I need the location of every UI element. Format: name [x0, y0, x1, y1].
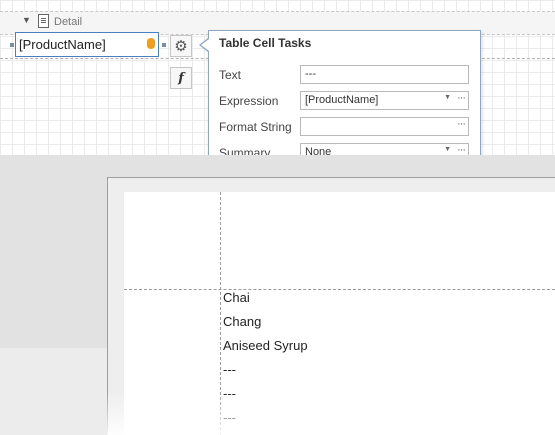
dropdown-arrow-icon[interactable]: ▼ — [444, 146, 451, 153]
table-cell-product-name[interactable]: [ProductName] — [15, 32, 159, 57]
selection-handle-right[interactable] — [162, 43, 166, 47]
preview-row: Aniseed Syrup — [223, 338, 308, 353]
band-marker — [4, 11, 5, 34]
database-icon — [147, 38, 155, 49]
ellipsis-icon[interactable]: ··· — [457, 118, 466, 130]
dropdown-arrow-icon[interactable]: ▼ — [444, 94, 451, 101]
smart-tag-button[interactable]: ⚙ — [170, 35, 192, 57]
format-string-property-label: Format String — [219, 120, 292, 134]
preview-row: --- — [223, 362, 236, 377]
page-margin-guide-horizontal — [124, 289, 555, 290]
panel-pointer-fill — [201, 39, 209, 51]
cell-expression-text: [ProductName] — [19, 37, 106, 52]
panel-title: Table Cell Tasks — [219, 36, 312, 50]
expression-editor-button[interactable]: f — [170, 67, 192, 89]
triangle-down-icon[interactable]: ▼ — [22, 15, 31, 25]
text-property-label: Text — [219, 68, 242, 82]
selection-handle-left[interactable] — [10, 43, 14, 47]
band-label: Detail — [54, 16, 83, 28]
expression-property-value: [ProductName] — [305, 94, 379, 106]
function-icon: f — [178, 70, 184, 86]
document-icon — [38, 14, 49, 28]
format-string-property-field[interactable]: ··· — [300, 117, 469, 136]
ellipsis-icon[interactable]: ··· — [457, 92, 466, 104]
gear-icon: ⚙ — [174, 38, 188, 55]
preview-row: Chai — [223, 290, 250, 305]
workspace-strip — [0, 348, 107, 435]
fade-overlay — [107, 392, 555, 435]
preview-row: Chang — [223, 314, 262, 329]
expression-property-label: Expression — [219, 94, 279, 108]
text-property-value: --- — [305, 68, 316, 80]
text-property-field[interactable]: --- — [300, 65, 469, 84]
expression-property-combo[interactable]: [ProductName] ▼ ··· — [300, 91, 469, 110]
